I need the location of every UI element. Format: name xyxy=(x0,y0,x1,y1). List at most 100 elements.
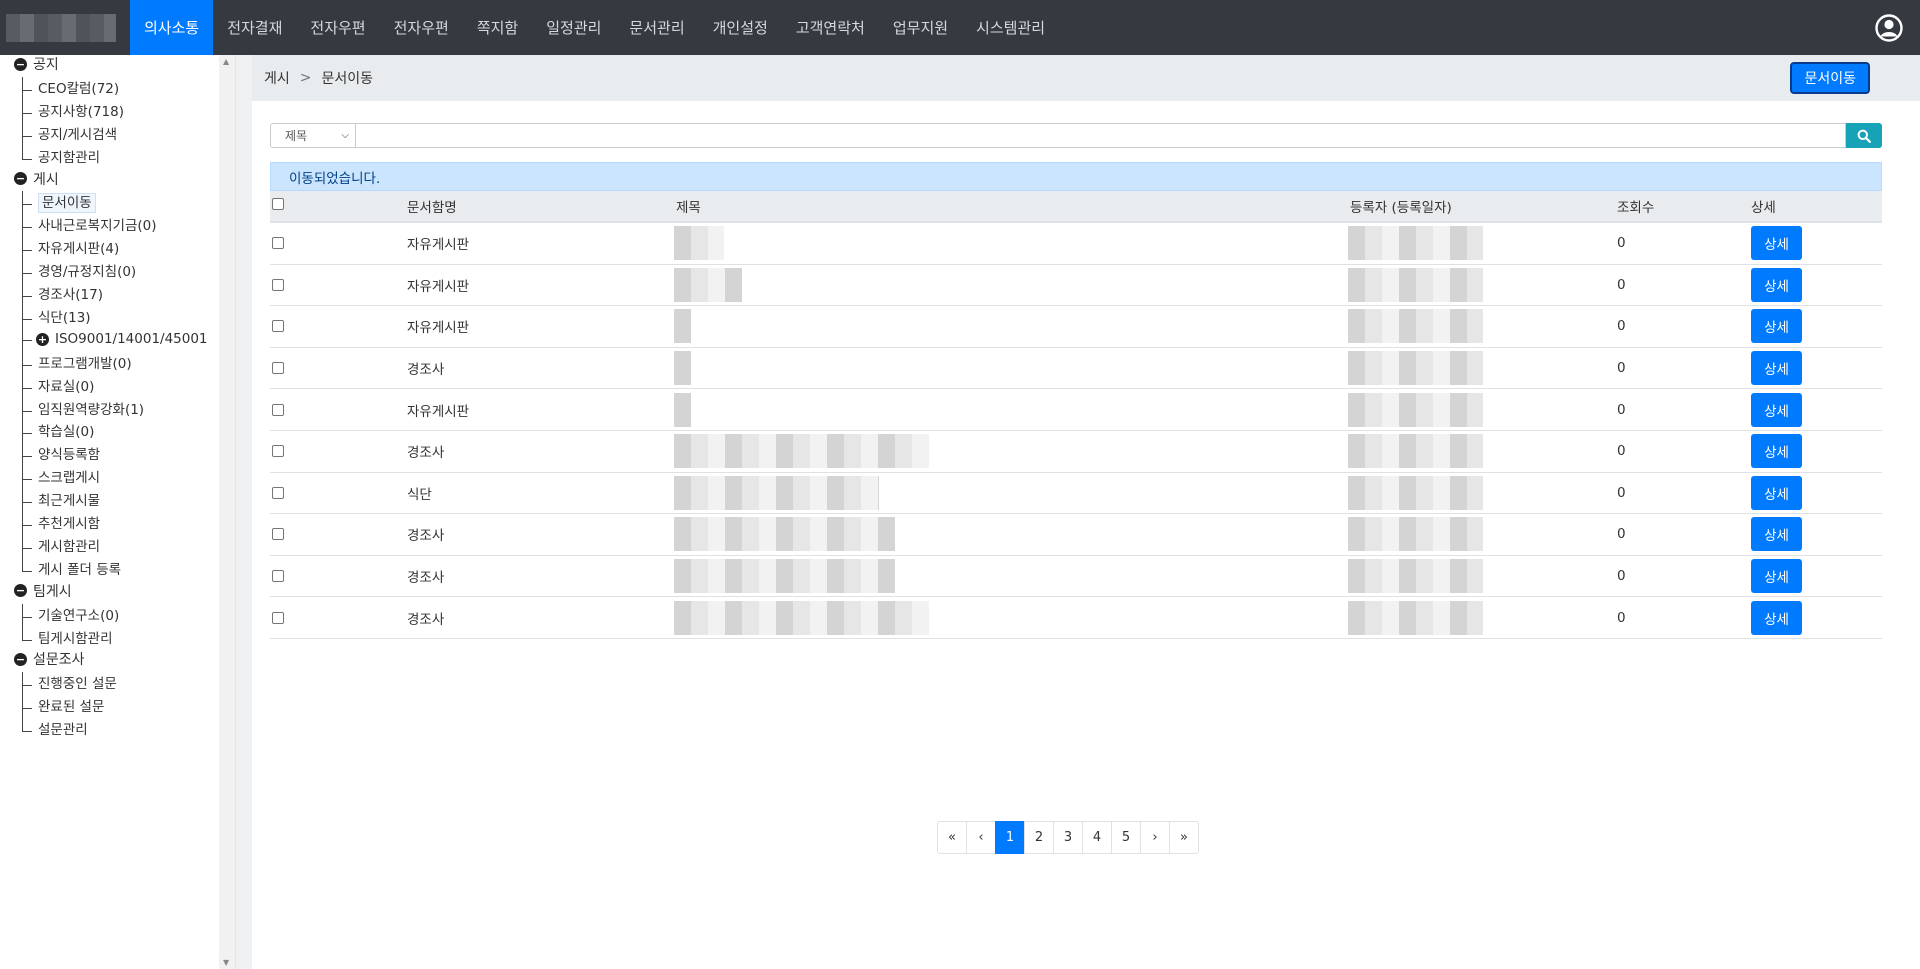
title-redacted[interactable] xyxy=(674,517,895,552)
row-checkbox[interactable] xyxy=(272,362,284,375)
row-checkbox[interactable] xyxy=(272,570,284,583)
title-redacted[interactable] xyxy=(674,226,724,261)
menu-item[interactable]: 전자우편 xyxy=(380,0,463,55)
sidebar-item[interactable]: 사내근로복지기금(0) xyxy=(22,214,156,234)
next-page-icon[interactable]: › xyxy=(1140,821,1170,854)
sidebar-item[interactable]: 추천게시함 xyxy=(22,512,100,532)
sidebar-item[interactable]: 식단(13) xyxy=(22,306,91,326)
sidebar-group[interactable]: − 팀게시 xyxy=(14,581,72,601)
sidebar-item[interactable]: 양식등록함 xyxy=(22,443,100,463)
row-checkbox[interactable] xyxy=(272,403,284,416)
row-checkbox[interactable] xyxy=(272,445,284,458)
sidebar-item[interactable]: CEO칼럼(72) xyxy=(22,77,119,97)
detail-button[interactable]: 상세 xyxy=(1751,600,1802,635)
page-button[interactable]: 2 xyxy=(1024,821,1054,854)
title-redacted[interactable] xyxy=(674,434,929,469)
menu-item[interactable]: 개인설정 xyxy=(699,0,782,55)
sidebar-item[interactable]: 프로그램개발(0) xyxy=(22,352,132,372)
sidebar-scrollbar[interactable]: ▲ ▼ xyxy=(219,55,235,969)
menu-item[interactable]: 업무지원 xyxy=(879,0,962,55)
row-checkbox[interactable] xyxy=(272,237,284,250)
detail-button[interactable]: 상세 xyxy=(1751,392,1802,427)
logo[interactable] xyxy=(0,0,130,55)
search-input[interactable] xyxy=(356,123,1846,148)
row-checkbox[interactable] xyxy=(272,486,284,499)
sidebar-group[interactable]: − 공지 xyxy=(14,55,59,74)
sidebar-item[interactable]: 공지사항(718) xyxy=(22,100,124,120)
title-redacted[interactable] xyxy=(674,392,691,427)
sidebar-item[interactable]: 문서이동 xyxy=(22,191,96,214)
detail-button[interactable]: 상세 xyxy=(1751,475,1802,510)
sidebar-item[interactable]: 설문관리 xyxy=(22,718,88,738)
plus-circle-icon[interactable]: + xyxy=(36,332,49,346)
sidebar-item[interactable]: 경조사(17) xyxy=(22,283,103,303)
detail-button[interactable]: 상세 xyxy=(1751,434,1802,469)
minus-circle-icon[interactable]: − xyxy=(14,652,27,666)
menu-item[interactable]: 전자우편 xyxy=(296,0,379,55)
title-redacted[interactable] xyxy=(674,309,691,344)
search-button[interactable] xyxy=(1846,123,1882,148)
search-field-select[interactable]: 제목 ⌵ xyxy=(270,123,356,148)
menu-item[interactable]: 쪽지함 xyxy=(463,0,532,55)
title-redacted[interactable] xyxy=(674,559,895,594)
sidebar-item[interactable]: 최근게시물 xyxy=(22,489,100,509)
row-checkbox[interactable] xyxy=(272,611,284,624)
sidebar-item[interactable]: 기술연구소(0) xyxy=(22,604,119,624)
detail-button[interactable]: 상세 xyxy=(1751,559,1802,594)
detail-button[interactable]: 상세 xyxy=(1751,351,1802,386)
sidebar-item[interactable]: 완료된 설문 xyxy=(22,695,104,715)
sidebar-item[interactable]: 진행중인 설문 xyxy=(22,672,117,692)
first-page-icon[interactable]: « xyxy=(937,821,967,854)
page-button[interactable]: 5 xyxy=(1111,821,1141,854)
sidebar-item[interactable]: 자료실(0) xyxy=(22,375,94,395)
menu-item[interactable]: 시스템관리 xyxy=(962,0,1059,55)
sidebar-item[interactable]: 자유게시판(4) xyxy=(22,237,119,257)
menu-item[interactable]: 문서관리 xyxy=(615,0,698,55)
row-checkbox[interactable] xyxy=(272,320,284,333)
detail-button[interactable]: 상세 xyxy=(1751,267,1802,302)
minus-circle-icon[interactable]: − xyxy=(14,584,27,598)
page-button[interactable]: 1 xyxy=(995,821,1025,854)
row-views: 0 xyxy=(1617,484,1626,501)
sidebar-item[interactable]: + ISO9001/14001/45001 xyxy=(22,328,208,347)
menu-item[interactable]: 고객연락처 xyxy=(782,0,879,55)
sidebar-item[interactable]: 게시 폴더 등록 xyxy=(22,558,121,578)
detail-button[interactable]: 상세 xyxy=(1751,309,1802,344)
sidebar-item[interactable]: 게시함관리 xyxy=(22,535,100,555)
menu-item[interactable]: 의사소통 xyxy=(130,0,214,55)
select-all-checkbox[interactable] xyxy=(272,198,284,210)
row-views: 0 xyxy=(1617,526,1626,543)
title-redacted[interactable] xyxy=(674,475,879,510)
sidebar-item[interactable]: 학습실(0) xyxy=(22,420,94,440)
sidebar-item[interactable]: 임직원역량강화(1) xyxy=(22,398,144,418)
row-views: 0 xyxy=(1617,609,1626,626)
prev-page-icon[interactable]: ‹ xyxy=(966,821,996,854)
sidebar-item[interactable]: 공지함관리 xyxy=(22,146,100,166)
sidebar-item[interactable]: 스크랩게시 xyxy=(22,466,100,486)
detail-button[interactable]: 상세 xyxy=(1751,517,1802,552)
page-button[interactable]: 3 xyxy=(1053,821,1083,854)
breadcrumb-parent[interactable]: 게시 xyxy=(264,68,290,88)
scroll-up-icon[interactable]: ▲ xyxy=(223,57,229,66)
sidebar-item[interactable]: 팀게시함관리 xyxy=(22,627,113,647)
page-button[interactable]: 4 xyxy=(1082,821,1112,854)
last-page-icon[interactable]: » xyxy=(1169,821,1199,854)
sidebar-group[interactable]: − 설문조사 xyxy=(14,649,85,669)
row-checkbox[interactable] xyxy=(272,278,284,291)
title-redacted[interactable] xyxy=(674,600,929,635)
row-checkbox[interactable] xyxy=(272,528,284,541)
title-redacted[interactable] xyxy=(674,267,742,302)
move-document-button[interactable]: 문서이동 xyxy=(1790,62,1870,94)
detail-button[interactable]: 상세 xyxy=(1751,226,1802,261)
menu-item[interactable]: 일정관리 xyxy=(532,0,615,55)
sidebar-item[interactable]: 경영/규정지침(0) xyxy=(22,260,136,280)
minus-circle-icon[interactable]: − xyxy=(14,172,27,185)
sidebar-item[interactable]: 공지/게시검색 xyxy=(22,123,117,143)
minus-circle-icon[interactable]: − xyxy=(14,57,27,71)
sidebar-group[interactable]: − 게시 xyxy=(14,169,59,189)
title-redacted[interactable] xyxy=(674,351,691,386)
row-category: 경조사 xyxy=(407,362,445,379)
user-circle-icon[interactable] xyxy=(1874,13,1904,43)
scroll-down-icon[interactable]: ▼ xyxy=(223,958,229,967)
menu-item[interactable]: 전자결재 xyxy=(213,0,296,55)
